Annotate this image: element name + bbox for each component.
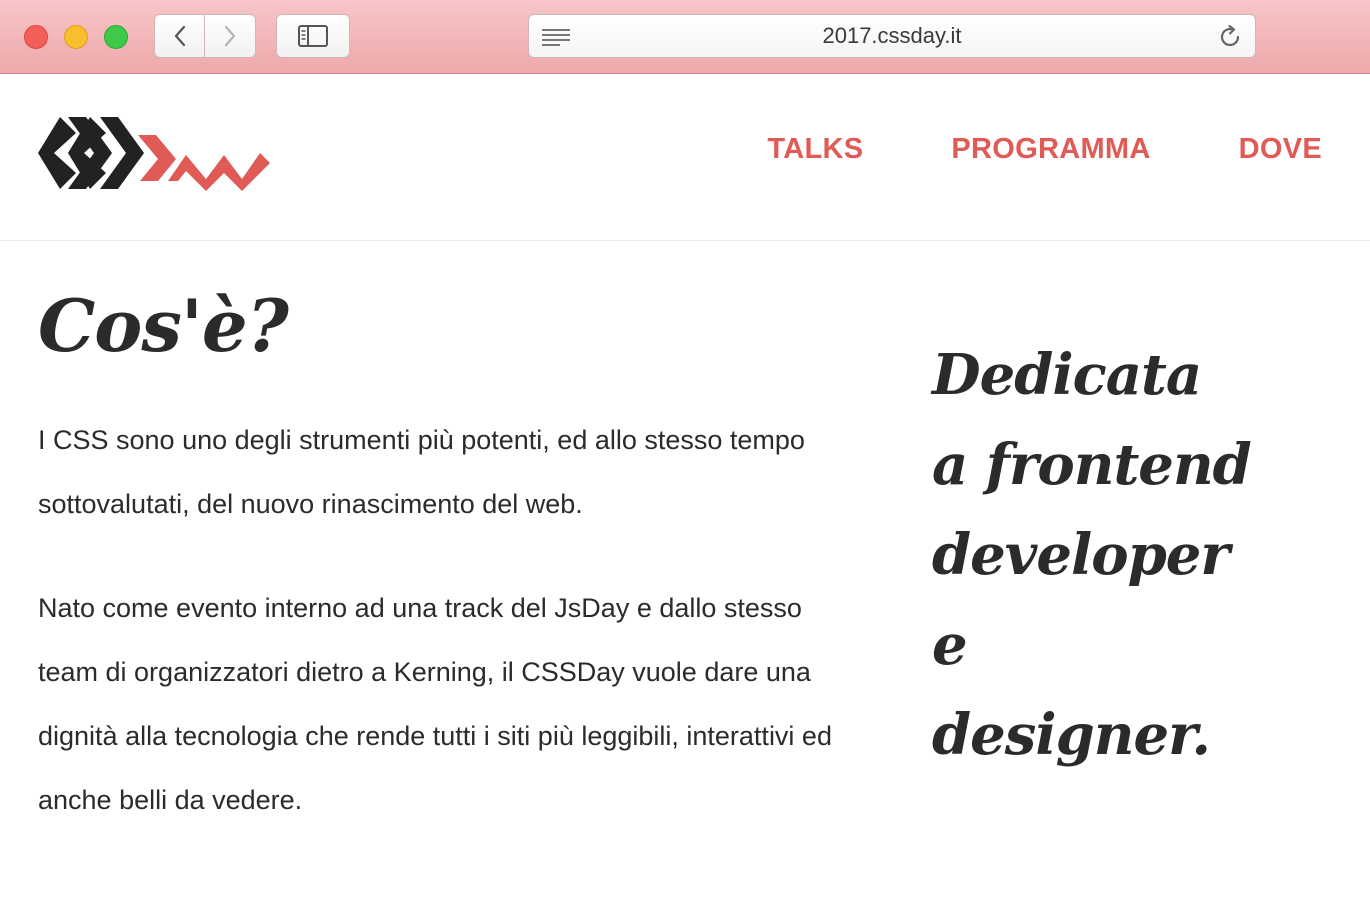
- browser-toolbar: 2017.cssday.it: [0, 0, 1370, 74]
- chevron-left-icon: [174, 25, 185, 47]
- tagline-line: a frontend: [932, 432, 1252, 498]
- intro-paragraph-2: Nato come evento interno ad una track de…: [38, 593, 832, 815]
- address-bar[interactable]: 2017.cssday.it: [528, 14, 1256, 58]
- forward-button[interactable]: [205, 14, 256, 58]
- nav-programma-link[interactable]: PROGRAMMA: [951, 133, 1150, 166]
- url-text: 2017.cssday.it: [822, 23, 962, 48]
- zoom-window-button[interactable]: [104, 25, 128, 49]
- tagline-line: developer: [932, 522, 1230, 588]
- site-header: TALKS PROGRAMMA DOVE: [0, 75, 1370, 241]
- history-nav: [154, 14, 257, 58]
- sidebar-icon: [298, 25, 328, 47]
- nav-talks-link[interactable]: TALKS: [767, 133, 863, 166]
- tagline-line: Dedicata: [932, 342, 1202, 408]
- intro-paragraph-1: I CSS sono uno degli strumenti più poten…: [38, 425, 805, 519]
- back-button[interactable]: [154, 14, 205, 58]
- minimize-window-button[interactable]: [64, 25, 88, 49]
- cssday-logo-icon: [38, 117, 270, 191]
- close-window-button[interactable]: [24, 25, 48, 49]
- sidebar-toggle-button[interactable]: [276, 14, 350, 58]
- tagline-line: e: [932, 612, 968, 678]
- cssday-logo[interactable]: [38, 115, 270, 196]
- reload-icon[interactable]: [1217, 24, 1243, 50]
- tagline-line: designer.: [932, 702, 1211, 768]
- main-nav: TALKS PROGRAMMA DOVE: [767, 133, 1322, 166]
- intro-section: Cos'è? I CSS sono uno degli strumenti pi…: [38, 278, 858, 832]
- chevron-right-icon: [224, 25, 236, 47]
- nav-dove-link[interactable]: DOVE: [1239, 133, 1322, 166]
- page-title: Cos'è?: [38, 283, 289, 368]
- tagline: Dedicata a frontend developer e designer…: [932, 330, 1332, 780]
